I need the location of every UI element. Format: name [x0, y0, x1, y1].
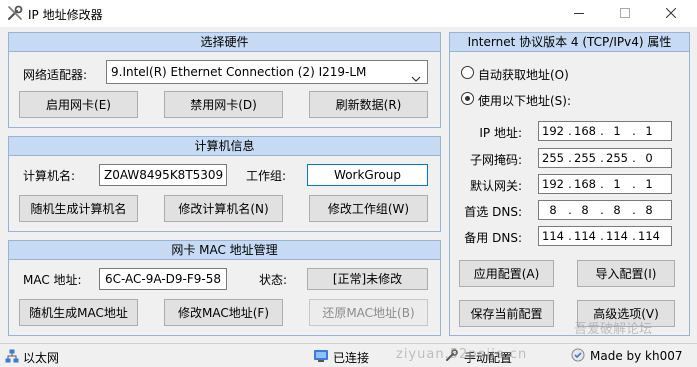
ip-row-label: 默认网关: — [469, 179, 522, 193]
chevron-down-icon — [411, 68, 421, 90]
workgroup-label: 工作组: — [246, 169, 287, 183]
author-icon — [571, 348, 585, 365]
ip-dot-separator: . — [568, 203, 572, 217]
disable-adapter-button[interactable]: 禁用网卡(D) — [164, 91, 283, 118]
ip-dot-separator: . — [632, 203, 636, 217]
minimize-icon — [574, 7, 584, 21]
manual-address-radio[interactable] — [461, 92, 474, 105]
connected-icon — [313, 348, 329, 367]
modify-computer-name-button[interactable]: 修改计算机名(N) — [164, 195, 283, 222]
hardware-panel: 选择硬件 网络适配器: 9.Intel(R) Ethernet Connecti… — [8, 32, 441, 128]
auto-address-radio[interactable] — [461, 66, 474, 79]
ip-octet[interactable]: 8 — [637, 201, 661, 219]
ip-dot-separator: . — [600, 151, 604, 165]
close-button[interactable] — [648, 0, 694, 27]
ip-address-field[interactable]: 192 168 1 1... — [538, 174, 672, 194]
ip-octet[interactable]: 1 — [637, 175, 661, 193]
ip-dot-separator: . — [568, 151, 572, 165]
ip-dot-separator: . — [632, 177, 636, 191]
computer-name-label: 计算机名: — [23, 169, 76, 183]
ip-octet[interactable]: 114 — [541, 227, 565, 245]
enable-adapter-button[interactable]: 启用网卡(E) — [19, 91, 138, 118]
mac-panel: 网卡 MAC 地址管理 MAC 地址: 6C-AC-9A-D9-F9-58 状态… — [8, 240, 441, 336]
ip-octet[interactable]: 255 — [573, 149, 597, 167]
mac-status-label: 状态: — [259, 273, 288, 287]
title-bar: IP 地址修改器 — [0, 0, 697, 27]
computer-name-field[interactable]: Z0AW8495K8T5309 — [99, 164, 227, 186]
ip-octet[interactable]: 114 — [573, 227, 597, 245]
mac-address-label: MAC 地址: — [23, 273, 82, 287]
window-title: IP 地址修改器 — [28, 8, 103, 22]
ip-octet[interactable]: 8 — [573, 201, 597, 219]
ip-dot-separator: . — [632, 229, 636, 243]
ip-octet[interactable]: 192 — [541, 175, 565, 193]
random-computer-name-button[interactable]: 随机生成计算机名 — [19, 195, 138, 222]
modify-workgroup-button[interactable]: 修改工作组(W) — [309, 195, 428, 222]
ip-octet[interactable]: 1 — [605, 175, 629, 193]
ip-dot-separator: . — [568, 177, 572, 191]
ip-octet[interactable]: 0 — [637, 149, 661, 167]
mac-status-badge: [正常]未修改 — [307, 268, 428, 290]
adapter-label: 网络适配器: — [23, 68, 88, 82]
ip-dot-separator: . — [600, 124, 604, 138]
close-icon — [665, 7, 677, 21]
ip-dot-separator: . — [632, 151, 636, 165]
ip-address-field[interactable]: 255 255 255 0... — [538, 148, 672, 168]
restore-mac-button[interactable]: 还原MAC地址(B) — [309, 299, 428, 326]
ip-dot-separator: . — [568, 229, 572, 243]
ip-octet[interactable]: 255 — [605, 149, 629, 167]
save-config-button[interactable]: 保存当前配置 — [459, 300, 554, 327]
ip-row-label: 子网掩码: — [469, 153, 522, 167]
ip-address-field[interactable]: 114 114 114 114... — [538, 226, 672, 246]
ip-octet[interactable]: 255 — [541, 149, 565, 167]
ip-address-field[interactable]: 192 168 1 1... — [538, 121, 672, 141]
refresh-button[interactable]: 刷新数据(R) — [309, 91, 428, 118]
ip-dot-separator: . — [568, 124, 572, 138]
mac-address-field[interactable]: 6C-AC-9A-D9-F9-58 — [99, 268, 227, 290]
manual-address-label[interactable]: 使用以下地址(S): — [478, 92, 571, 109]
computer-header: 计算机信息 — [9, 137, 440, 156]
ip-row-label: 备用 DNS: — [464, 231, 522, 245]
workgroup-field[interactable]: WorkGroup — [307, 164, 428, 186]
watermark-line1: 吾爱破解论坛 — [574, 322, 653, 337]
ip-dot-separator: . — [600, 229, 604, 243]
ip-dot-separator: . — [600, 203, 604, 217]
ip-octet[interactable]: 168 — [573, 175, 597, 193]
ip-octet[interactable]: 114 — [637, 227, 661, 245]
network-name: 以太网 — [23, 351, 60, 365]
modify-mac-button[interactable]: 修改MAC地址(F) — [164, 299, 283, 326]
ip-octet[interactable]: 168 — [573, 122, 597, 140]
maximize-button[interactable] — [602, 0, 648, 27]
apply-config-button[interactable]: 应用配置(A) — [459, 260, 554, 287]
author-credit: Made by kh007 — [590, 349, 683, 363]
ip-octet[interactable]: 8 — [541, 201, 565, 219]
import-config-button[interactable]: 导入配置(I) — [577, 260, 675, 287]
adapter-value: 9.Intel(R) Ethernet Connection (2) I219-… — [111, 65, 367, 79]
mac-header: 网卡 MAC 地址管理 — [9, 241, 440, 260]
ip-octet[interactable]: 114 — [605, 227, 629, 245]
network-icon — [5, 349, 19, 366]
ip-dot-separator: . — [632, 124, 636, 138]
random-mac-button[interactable]: 随机生成MAC地址 — [19, 299, 138, 326]
ip-octet[interactable]: 192 — [541, 122, 565, 140]
minimize-button[interactable] — [556, 0, 602, 27]
hardware-header: 选择硬件 — [9, 33, 440, 52]
ip-address-field[interactable]: 8888... — [538, 200, 672, 220]
computer-panel: 计算机信息 计算机名: Z0AW8495K8T5309 工作组: WorkGro… — [8, 136, 441, 232]
watermark-line2: ziyuan.52pojie.cn — [396, 347, 528, 362]
auto-address-label[interactable]: 自动获取地址(O) — [478, 66, 569, 83]
ipv4-header: Internet 协议版本 4 (TCP/IPv4) 属性 — [450, 33, 689, 52]
maximize-icon — [620, 7, 630, 21]
ip-row-label: 首选 DNS: — [464, 205, 522, 219]
ip-octet[interactable]: 1 — [605, 122, 629, 140]
connection-status: 已连接 — [333, 351, 370, 365]
status-bar: 以太网 已连接 手动配置 Made by kh007 — [0, 343, 697, 367]
tools-icon — [6, 4, 24, 22]
ip-row-label: IP 地址: — [479, 126, 522, 140]
ip-octet[interactable]: 1 — [637, 122, 661, 140]
ipv4-panel: Internet 协议版本 4 (TCP/IPv4) 属性 自动获取地址(O) … — [449, 32, 690, 336]
ip-dot-separator: . — [600, 177, 604, 191]
adapter-select[interactable]: 9.Intel(R) Ethernet Connection (2) I219-… — [106, 60, 428, 84]
ip-octet[interactable]: 8 — [605, 201, 629, 219]
